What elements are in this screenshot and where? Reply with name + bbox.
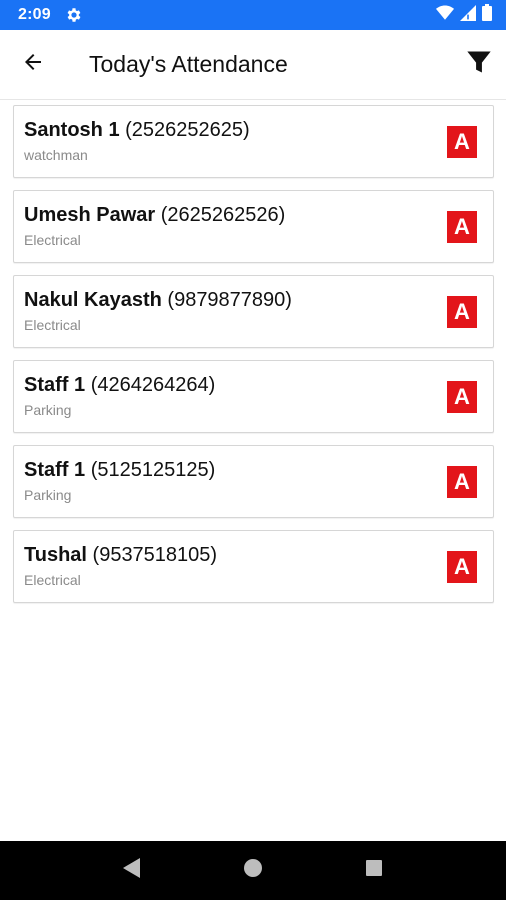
- attendance-card[interactable]: Nakul Kayasth (9879877890) Electrical A: [13, 275, 494, 348]
- staff-name: Santosh 1: [24, 119, 120, 141]
- staff-role: Electrical: [24, 232, 81, 248]
- nav-back-button[interactable]: [114, 853, 150, 889]
- filter-icon: [465, 48, 493, 81]
- card-header: Nakul Kayasth (9879877890): [24, 289, 493, 312]
- page-title: Today's Attendance: [89, 51, 288, 77]
- attendance-card[interactable]: Tushal (9537518105) Electrical A: [13, 530, 494, 603]
- card-header: Staff 1 (4264264264): [24, 374, 493, 397]
- back-button[interactable]: [18, 50, 48, 80]
- staff-name: Staff 1: [24, 374, 86, 396]
- card-header: Staff 1 (5125125125): [24, 459, 493, 482]
- nav-recents-icon: [365, 859, 383, 882]
- staff-role: Parking: [24, 402, 72, 418]
- card-header: Tushal (9537518105): [24, 544, 493, 567]
- absent-status-badge[interactable]: A: [447, 296, 477, 328]
- staff-role: Electrical: [24, 572, 81, 588]
- nav-back-icon: [122, 857, 142, 884]
- staff-phone: (4264264264): [90, 374, 216, 396]
- status-bar: 2:09: [0, 0, 506, 30]
- staff-role: Parking: [24, 487, 72, 503]
- status-time: 2:09: [18, 6, 51, 23]
- signal-icon: [460, 4, 476, 26]
- staff-phone: (5125125125): [90, 459, 216, 481]
- battery-icon: [482, 4, 492, 26]
- card-header: Santosh 1 (2526252625): [24, 119, 493, 142]
- card-header: Umesh Pawar (2625262526): [24, 204, 493, 227]
- settings-gear-icon: [65, 6, 83, 24]
- nav-home-button[interactable]: [235, 853, 271, 889]
- staff-phone: (9879877890): [167, 289, 292, 311]
- attendance-card[interactable]: Staff 1 (5125125125) Parking A: [13, 445, 494, 518]
- staff-name: Nakul Kayasth: [24, 289, 162, 311]
- absent-status-badge[interactable]: A: [447, 551, 477, 583]
- absent-status-badge[interactable]: A: [447, 211, 477, 243]
- staff-role: Electrical: [24, 317, 81, 333]
- attendance-card[interactable]: Umesh Pawar (2625262526) Electrical A: [13, 190, 494, 263]
- staff-role: watchman: [24, 147, 88, 163]
- system-nav-bar: [0, 841, 506, 900]
- staff-name: Umesh Pawar: [24, 204, 156, 226]
- staff-phone: (9537518105): [92, 544, 218, 566]
- back-arrow-icon: [21, 50, 45, 79]
- absent-status-badge[interactable]: A: [447, 466, 477, 498]
- absent-status-badge[interactable]: A: [447, 126, 477, 158]
- status-indicators: [436, 4, 492, 26]
- nav-home-icon: [243, 858, 263, 883]
- staff-name: Tushal: [24, 544, 87, 566]
- attendance-card[interactable]: Santosh 1 (2526252625) watchman A: [13, 105, 494, 178]
- staff-phone: (2526252625): [125, 119, 250, 141]
- app-bar: Today's Attendance: [0, 30, 506, 100]
- staff-phone: (2625262526): [160, 204, 286, 226]
- nav-recents-button[interactable]: [356, 853, 392, 889]
- absent-status-badge[interactable]: A: [447, 381, 477, 413]
- filter-button[interactable]: [464, 50, 494, 80]
- wifi-icon: [436, 5, 454, 26]
- staff-name: Staff 1: [24, 459, 86, 481]
- attendance-card[interactable]: Staff 1 (4264264264) Parking A: [13, 360, 494, 433]
- attendance-list: Santosh 1 (2526252625) watchman A Umesh …: [13, 105, 494, 615]
